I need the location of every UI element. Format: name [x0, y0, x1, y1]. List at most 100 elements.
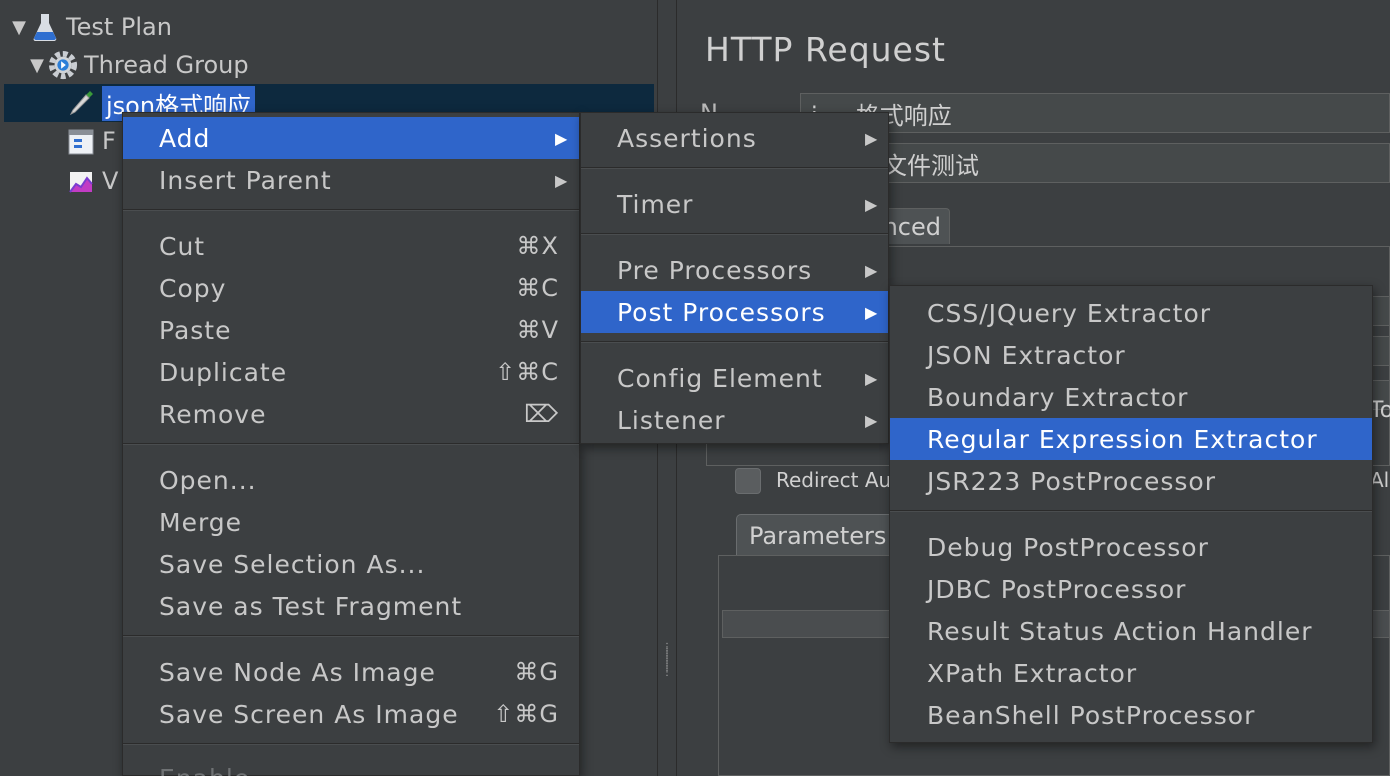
- gear-icon: [48, 50, 78, 80]
- menu-item-duplicate[interactable]: Duplicate ⇧⌘C: [123, 351, 579, 393]
- collapse-arrow-icon[interactable]: ▼: [26, 55, 48, 76]
- menu-item-post-processors[interactable]: Post Processors ▶: [581, 291, 888, 333]
- menu-item-boundary-extractor[interactable]: Boundary Extractor: [890, 376, 1372, 418]
- server-field[interactable]: [1372, 296, 1390, 326]
- menu-item-label: XPath Extractor: [927, 658, 1138, 688]
- menu-item-css-jquery-extractor[interactable]: CSS/JQuery Extractor: [890, 292, 1372, 334]
- collapse-arrow-icon[interactable]: ▼: [8, 17, 30, 38]
- redirect-checkbox[interactable]: [735, 468, 761, 494]
- post-processors-submenu: CSS/JQuery Extractor JSON Extractor Boun…: [889, 285, 1373, 743]
- menu-item-label: Save Screen As Image: [159, 699, 459, 729]
- menu-item-copy[interactable]: Copy ⌘C: [123, 267, 579, 309]
- menu-item-label: JSR223 PostProcessor: [927, 466, 1216, 496]
- menu-item-label: Duplicate: [159, 357, 288, 387]
- menu-item-label: Config Element: [617, 363, 823, 393]
- menu-item-config-element[interactable]: Config Element ▶: [581, 357, 888, 399]
- menu-item-save-as-test-fragment[interactable]: Save as Test Fragment: [123, 585, 579, 627]
- shortcut-label: ⇧⌘C: [495, 358, 559, 386]
- menu-item-debug-postprocessor[interactable]: Debug PostProcessor: [890, 526, 1372, 568]
- tree-label: F: [102, 127, 116, 155]
- menu-item-enable[interactable]: Enable: [123, 757, 579, 776]
- menu-item-paste[interactable]: Paste ⌘V: [123, 309, 579, 351]
- submenu-arrow-icon: ▶: [555, 128, 569, 148]
- menu-item-label: Save Selection As...: [159, 549, 426, 579]
- menu-item-xpath-extractor[interactable]: XPath Extractor: [890, 652, 1372, 694]
- menu-separator: [123, 209, 579, 211]
- menu-item-json-extractor[interactable]: JSON Extractor: [890, 334, 1372, 376]
- menu-item-label: Assertions: [617, 123, 757, 153]
- menu-item-label: Pre Processors: [617, 255, 813, 285]
- tree-label: V: [102, 167, 119, 195]
- menu-item-label: Add: [159, 123, 211, 153]
- menu-item-open[interactable]: Open...: [123, 459, 579, 501]
- menu-item-result-status-action-handler[interactable]: Result Status Action Handler: [890, 610, 1372, 652]
- menu-item-save-node-as-image[interactable]: Save Node As Image ⌘G: [123, 651, 579, 693]
- menu-item-label: Paste: [159, 315, 232, 345]
- tree-node-test-plan[interactable]: ▼ Test Plan: [8, 8, 172, 46]
- tab-parameters[interactable]: Parameters: [736, 514, 896, 556]
- menu-item-assertions[interactable]: Assertions ▶: [581, 117, 888, 159]
- menu-item-label: CSS/JQuery Extractor: [927, 298, 1212, 328]
- menu-item-save-screen-as-image[interactable]: Save Screen As Image ⇧⌘G: [123, 693, 579, 735]
- menu-separator: [123, 635, 579, 637]
- table-icon: [66, 126, 96, 156]
- menu-item-regular-expression-extractor[interactable]: Regular Expression Extractor: [890, 418, 1372, 460]
- menu-separator: [123, 443, 579, 445]
- context-menu: Add ▶ Insert Parent ▶ Cut ⌘X Copy ⌘C Pas…: [122, 112, 580, 776]
- submenu-arrow-icon: ▶: [555, 170, 569, 190]
- menu-item-label: Listener: [617, 405, 726, 435]
- menu-separator: [581, 167, 888, 169]
- menu-item-label: Timer: [617, 189, 694, 219]
- menu-item-label: JSON Extractor: [927, 340, 1126, 370]
- menu-item-timer[interactable]: Timer ▶: [581, 183, 888, 225]
- menu-item-label: Merge: [159, 507, 243, 537]
- menu-item-label: Copy: [159, 273, 227, 303]
- tree-node-hidden-1[interactable]: F: [66, 122, 116, 160]
- menu-item-label: Debug PostProcessor: [927, 532, 1209, 562]
- shortcut-label: ⌘X: [516, 232, 559, 260]
- submenu-arrow-icon: ▶: [865, 194, 879, 214]
- menu-separator: [890, 510, 1372, 512]
- port-field[interactable]: [1372, 336, 1390, 366]
- tree-label: Test Plan: [66, 13, 172, 41]
- menu-item-insert-parent[interactable]: Insert Parent ▶: [123, 159, 579, 201]
- panel-title: HTTP Request: [705, 30, 946, 69]
- menu-item-label: Cut: [159, 231, 206, 261]
- tree-node-thread-group[interactable]: ▼ Thread Group: [26, 46, 249, 84]
- menu-item-listener[interactable]: Listener ▶: [581, 399, 888, 441]
- splitter-grip-icon[interactable]: ⋮ ⋮ ⋮ ⋮ ⋮ ⋮: [662, 643, 672, 679]
- menu-item-label: Boundary Extractor: [927, 382, 1189, 412]
- add-submenu: Assertions ▶ Timer ▶ Pre Processors ▶ Po…: [580, 112, 889, 444]
- timeout-label: To: [1370, 398, 1390, 423]
- shortcut-label: ⌘C: [516, 274, 559, 302]
- menu-item-beanshell-postprocessor[interactable]: BeanShell PostProcessor: [890, 694, 1372, 736]
- menu-item-remove[interactable]: Remove ⌦: [123, 393, 579, 435]
- menu-separator: [581, 233, 888, 235]
- menu-item-cut[interactable]: Cut ⌘X: [123, 225, 579, 267]
- menu-item-label: Save as Test Fragment: [159, 591, 463, 621]
- menu-item-label: Save Node As Image: [159, 657, 436, 687]
- menu-item-label: Regular Expression Extractor: [927, 424, 1318, 454]
- menu-item-label: Open...: [159, 465, 257, 495]
- graph-icon: [66, 166, 96, 196]
- menu-item-pre-processors[interactable]: Pre Processors ▶: [581, 249, 888, 291]
- shortcut-label: ⇧⌘G: [493, 700, 559, 728]
- menu-item-label: JDBC PostProcessor: [927, 574, 1187, 604]
- pipette-icon: [66, 88, 96, 118]
- menu-item-label: Remove: [159, 399, 267, 429]
- menu-item-merge[interactable]: Merge: [123, 501, 579, 543]
- shortcut-label: ⌘V: [516, 316, 559, 344]
- flask-icon: [30, 12, 60, 42]
- menu-item-save-selection-as[interactable]: Save Selection As...: [123, 543, 579, 585]
- menu-item-jdbc-postprocessor[interactable]: JDBC PostProcessor: [890, 568, 1372, 610]
- redirect-label: Redirect Au: [776, 468, 892, 492]
- menu-item-add[interactable]: Add ▶: [123, 117, 579, 159]
- menu-item-label: Post Processors: [617, 297, 826, 327]
- tree-node-hidden-2[interactable]: V: [66, 162, 118, 200]
- menu-item-jsr223-postprocessor[interactable]: JSR223 PostProcessor: [890, 460, 1372, 502]
- menu-item-label: BeanShell PostProcessor: [927, 700, 1256, 730]
- menu-item-label: Enable: [159, 764, 250, 776]
- menu-item-label: Insert Parent: [159, 165, 332, 195]
- menu-separator: [581, 341, 888, 343]
- menu-separator: [123, 743, 579, 745]
